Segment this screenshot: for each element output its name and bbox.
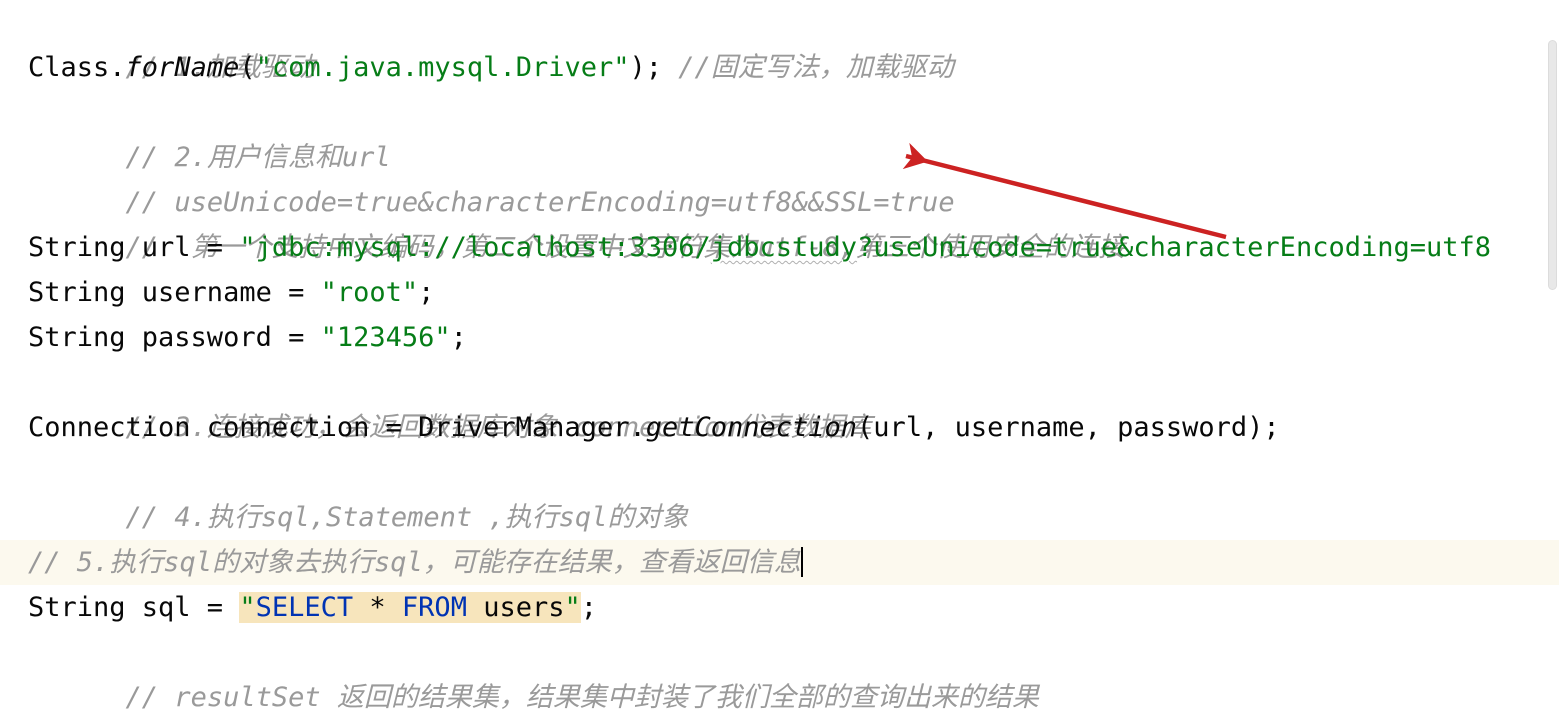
connection-declaration-token: Connection connection = DriverManager. bbox=[28, 412, 646, 443]
code-line[interactable]: String url = "jdbc:mysql://localhost:330… bbox=[0, 225, 1559, 270]
semicolon-token: ; bbox=[450, 322, 467, 353]
code-line[interactable]: // 第一个支持中文编码，第二个设置中文字符集为utf-8,第三个使用安全的连接 bbox=[0, 180, 1559, 263]
vertical-scrollbar-thumb[interactable] bbox=[1548, 40, 1557, 290]
code-line[interactable]: // 3.连接成功，会返回数据库对象 connection代表数据库 bbox=[0, 360, 1559, 443]
code-line[interactable]: // 4.执行sql,Statement ,执行sql的对象 bbox=[0, 450, 1559, 533]
code-line[interactable]: // resultSet 返回的结果集，结果集中封装了我们全部的查询出来的结果 bbox=[0, 630, 1559, 709]
sql-from-keyword: FROM bbox=[401, 592, 467, 623]
driver-string-token: "com.java.mysql.Driver" bbox=[255, 52, 630, 83]
url-declaration-token: String url = bbox=[28, 232, 240, 263]
open-paren-token: ( bbox=[239, 52, 256, 83]
getconnection-args-token: (url, username, password); bbox=[857, 412, 1280, 443]
code-line[interactable]: String password = "123456"; bbox=[0, 315, 1559, 360]
code-line-current[interactable]: // 5.执行sql的对象去执行sql，可能存在结果，查看返回信息 bbox=[0, 540, 1559, 585]
sql-declaration-token: String sql = bbox=[28, 592, 240, 623]
code-line[interactable]: Class.forName("com.java.mysql.Driver"); … bbox=[0, 45, 1559, 90]
trailing-comment-token: //固定写法，加载驱动 bbox=[662, 52, 954, 83]
username-declaration-token: String username = bbox=[28, 277, 321, 308]
url-string-rest-token: ?useUnicode=true&characterEncoding=utf8 bbox=[857, 232, 1492, 263]
code-line[interactable]: // useUnicode=true&characterEncoding=utf… bbox=[0, 135, 1559, 218]
code-content[interactable]: // 1.加载驱动 Class.forName("com.java.mysql.… bbox=[0, 0, 1559, 709]
getconnection-method-token: getConnection bbox=[645, 412, 858, 443]
code-line[interactable]: // 2.用户信息和url bbox=[0, 90, 1559, 173]
code-line[interactable]: String username = "root"; bbox=[0, 270, 1559, 315]
forname-method-token: forName bbox=[125, 52, 240, 83]
password-value-token: "123456" bbox=[320, 322, 451, 353]
code-line[interactable]: ResultSet resultSet = statement.executeQ… bbox=[0, 675, 1559, 709]
code-line[interactable]: Connection connection = DriverManager.ge… bbox=[0, 405, 1559, 450]
password-declaration-token: String password = bbox=[28, 322, 321, 353]
code-line[interactable]: // 1.加载驱动 bbox=[0, 0, 1559, 83]
sql-star-token: * bbox=[353, 592, 402, 623]
code-line[interactable]: Statement statement = connection.createS… bbox=[0, 495, 1559, 578]
semicolon-token: ; bbox=[580, 592, 598, 623]
code-line[interactable]: String sql = "SELECT * FROM users"; bbox=[0, 585, 1559, 630]
close-paren-token: ); bbox=[629, 52, 662, 83]
class-keyword-token: Class. bbox=[28, 52, 126, 83]
quote-close-token: " bbox=[564, 592, 581, 623]
url-string-start-token: "jdbc:mysql://localhost:3306/ bbox=[239, 232, 711, 263]
code-editor[interactable]: // 1.加载驱动 Class.forName("com.java.mysql.… bbox=[0, 0, 1559, 709]
sql-injected-fragment: "SELECT * FROM users" bbox=[239, 592, 581, 623]
vertical-scrollbar[interactable] bbox=[1545, 0, 1559, 709]
quote-open-token: " bbox=[239, 592, 256, 623]
semicolon-token: ; bbox=[418, 277, 435, 308]
comment-token: // 5.执行sql的对象去执行sql，可能存在结果，查看返回信息 bbox=[28, 547, 801, 578]
jdbcstudy-spellcheck-token: jdbcstudy bbox=[710, 232, 858, 263]
text-caret bbox=[800, 547, 803, 577]
sql-table-token: users bbox=[466, 592, 565, 623]
sql-select-keyword: SELECT bbox=[255, 592, 354, 623]
username-value-token: "root" bbox=[320, 277, 419, 308]
